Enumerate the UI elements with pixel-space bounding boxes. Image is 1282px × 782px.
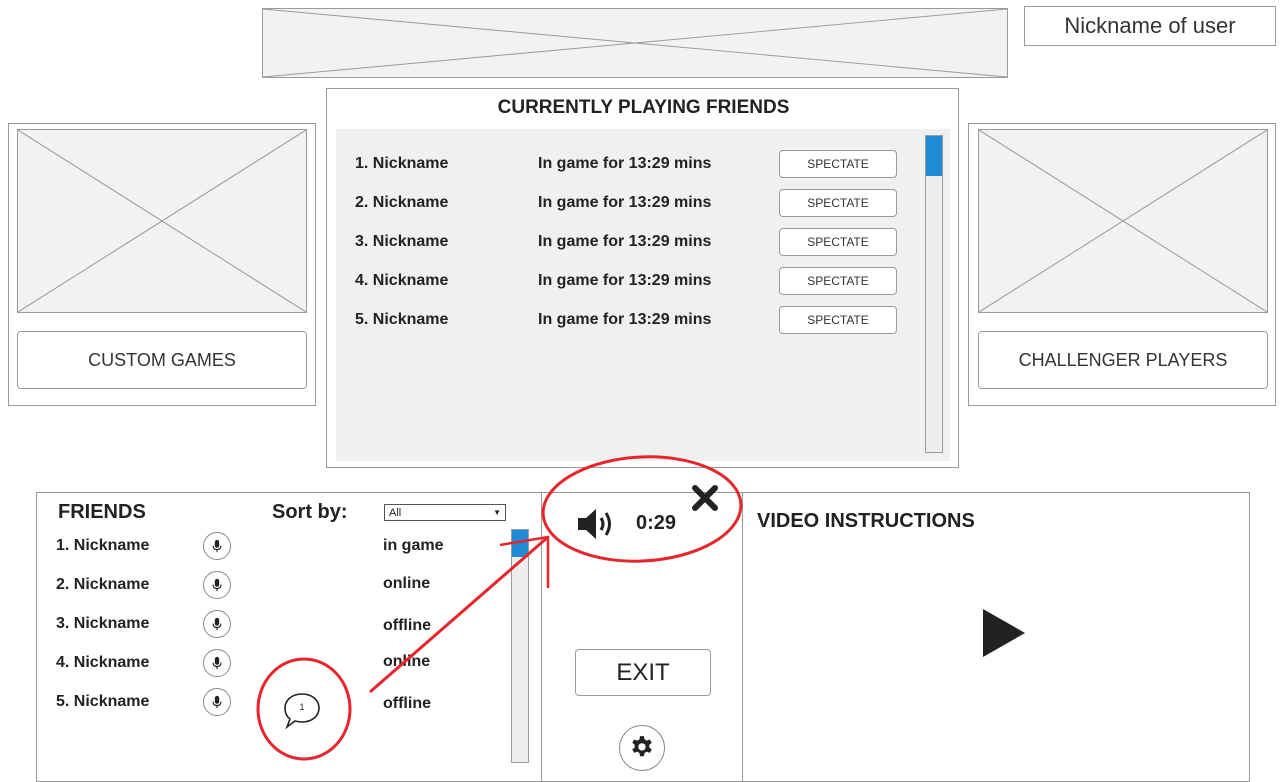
spectate-label: SPECTATE xyxy=(807,196,869,210)
challenger-players-button[interactable]: CHALLENGER PLAYERS xyxy=(978,331,1268,389)
chat-bubble-icon[interactable]: 1 xyxy=(281,690,323,732)
speaker-icon[interactable] xyxy=(576,506,626,542)
playing-row-name: 5. Nickname xyxy=(355,311,449,328)
play-icon[interactable] xyxy=(981,607,1027,659)
friend-status: in game xyxy=(383,537,444,554)
mic-icon[interactable] xyxy=(203,610,231,638)
spectate-label: SPECTATE xyxy=(807,274,869,288)
friend-name: 4. Nickname xyxy=(56,654,150,671)
playing-row: 2. Nickname In game for 13:29 mins SPECT… xyxy=(336,188,916,218)
spectate-label: SPECTATE xyxy=(807,235,869,249)
custom-games-label: CUSTOM GAMES xyxy=(88,349,236,370)
currently-playing-list: 1. Nickname In game for 13:29 mins SPECT… xyxy=(336,129,950,461)
playing-row-name: 1. Nickname xyxy=(355,155,449,172)
playing-row: 3. Nickname In game for 13:29 mins SPECT… xyxy=(336,227,916,257)
playing-row-name: 4. Nickname xyxy=(355,272,449,289)
currently-playing-scrollbar[interactable] xyxy=(925,135,943,453)
video-title: VIDEO INSTRUCTIONS xyxy=(757,510,975,532)
exit-button[interactable]: EXIT xyxy=(575,649,711,696)
user-nickname[interactable]: Nickname of user xyxy=(1024,6,1276,46)
friend-name: 1. Nickname xyxy=(56,537,150,554)
playing-row: 5. Nickname In game for 13:29 mins SPECT… xyxy=(336,305,916,335)
currently-playing-title: CURRENTLY PLAYING FRIENDS xyxy=(497,97,790,118)
challenger-players-label: CHALLENGER PLAYERS xyxy=(1018,349,1228,370)
exit-label: EXIT xyxy=(616,658,670,686)
custom-games-button[interactable]: CUSTOM GAMES xyxy=(17,331,307,389)
challenger-players-image xyxy=(978,129,1268,313)
chevron-down-icon: ▼ xyxy=(493,508,501,517)
top-banner-image xyxy=(262,8,1008,78)
video-timer: 0:29 xyxy=(636,512,677,534)
friends-title: FRIENDS xyxy=(58,501,146,523)
spectate-label: SPECTATE xyxy=(807,157,869,171)
chat-count: 1 xyxy=(299,702,305,712)
scrollbar-thumb[interactable] xyxy=(512,530,528,557)
friend-status: online xyxy=(383,575,431,592)
friend-status: offline xyxy=(383,695,431,712)
playing-row: 4. Nickname In game for 13:29 mins SPECT… xyxy=(336,266,916,296)
mic-icon[interactable] xyxy=(203,571,231,599)
playing-row-status: In game for 13:29 mins xyxy=(538,311,712,328)
friends-panel: FRIENDS Sort by: All ▼ 1. Nickname in ga… xyxy=(36,492,542,782)
playing-row: 1. Nickname In game for 13:29 mins SPECT… xyxy=(336,149,916,179)
video-panel: VIDEO INSTRUCTIONS xyxy=(742,492,1250,782)
gear-icon[interactable] xyxy=(619,725,665,771)
playing-row-status: In game for 13:29 mins xyxy=(538,233,712,250)
friend-name: 2. Nickname xyxy=(56,576,150,593)
sort-select-value: All xyxy=(389,506,402,519)
playing-row-name: 3. Nickname xyxy=(355,233,449,250)
spectate-button[interactable]: SPECTATE xyxy=(779,306,897,334)
sort-select[interactable]: All ▼ xyxy=(384,504,506,521)
mic-icon[interactable] xyxy=(203,649,231,677)
spectate-button[interactable]: SPECTATE xyxy=(779,189,897,217)
controls-panel: 0:29 EXIT xyxy=(541,485,743,782)
playing-row-status: In game for 13:29 mins xyxy=(538,194,712,211)
friend-status: offline xyxy=(383,617,431,634)
spectate-button[interactable]: SPECTATE xyxy=(779,267,897,295)
spectate-button[interactable]: SPECTATE xyxy=(779,228,897,256)
custom-games-card: CUSTOM GAMES xyxy=(8,123,316,406)
mic-icon[interactable] xyxy=(203,688,231,716)
sort-label: Sort by: xyxy=(272,501,348,523)
friend-name: 3. Nickname xyxy=(56,615,150,632)
friend-name: 5. Nickname xyxy=(56,693,150,710)
currently-playing-panel: CURRENTLY PLAYING FRIENDS 1. Nickname In… xyxy=(326,88,959,468)
playing-row-status: In game for 13:29 mins xyxy=(538,155,712,172)
user-nickname-label: Nickname of user xyxy=(1064,13,1236,38)
playing-row-name: 2. Nickname xyxy=(355,194,449,211)
close-icon[interactable] xyxy=(690,483,720,513)
friends-scrollbar[interactable] xyxy=(511,529,529,763)
mic-icon[interactable] xyxy=(203,532,231,560)
custom-games-image xyxy=(17,129,307,313)
playing-row-status: In game for 13:29 mins xyxy=(538,272,712,289)
spectate-button[interactable]: SPECTATE xyxy=(779,150,897,178)
challenger-players-card: CHALLENGER PLAYERS xyxy=(968,123,1276,406)
scrollbar-thumb[interactable] xyxy=(926,136,942,176)
friend-status: online xyxy=(383,653,431,670)
spectate-label: SPECTATE xyxy=(807,313,869,327)
